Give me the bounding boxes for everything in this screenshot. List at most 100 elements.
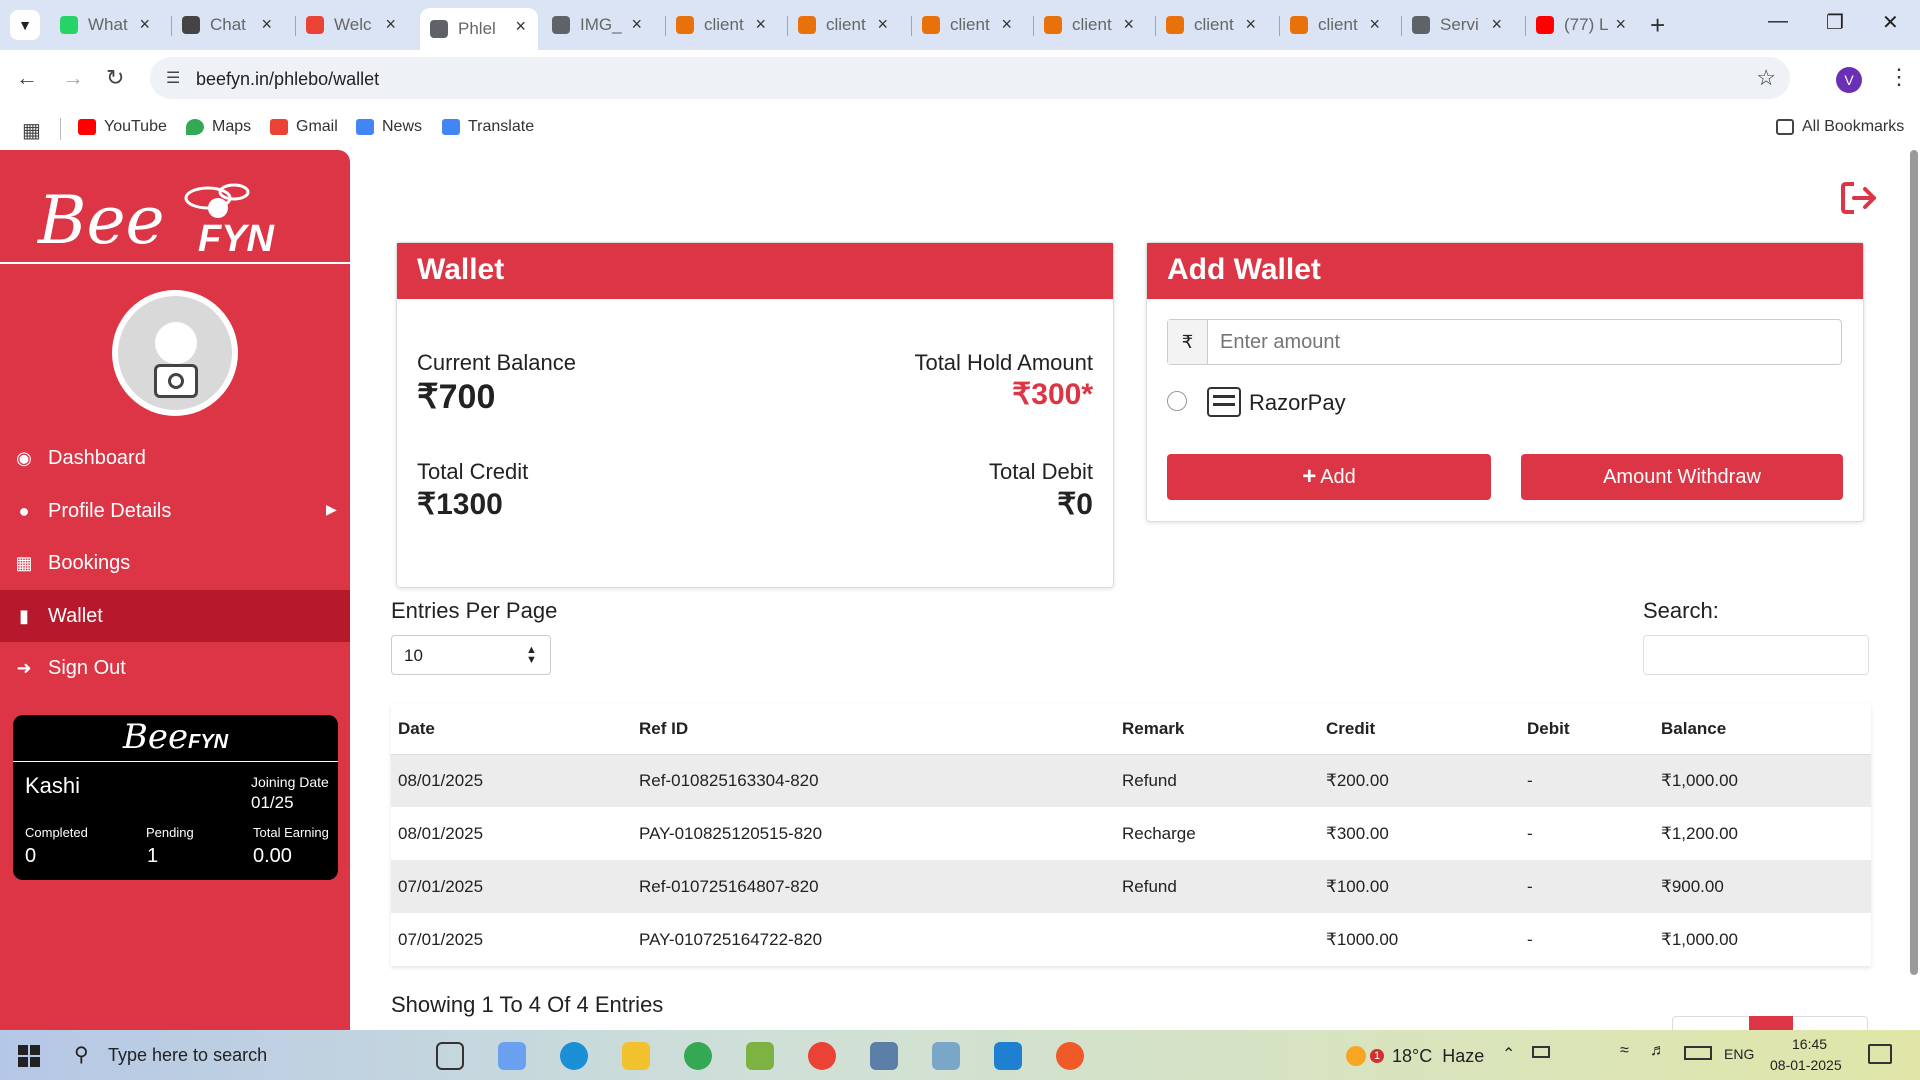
windows-start-icon[interactable] <box>18 1045 40 1067</box>
clock-time[interactable]: 16:45 <box>1792 1036 1827 1052</box>
column-header[interactable]: Ref ID <box>632 704 1115 755</box>
bookmark-translate[interactable]: Translate <box>442 118 534 136</box>
site-settings-icon[interactable]: ☰ <box>166 68 180 88</box>
add-button[interactable]: + Add <box>1167 454 1491 500</box>
entries-per-page-select[interactable]: 10 ▲ ▼ <box>391 635 551 675</box>
close-window-button[interactable]: ✕ <box>1882 10 1899 35</box>
clock-date[interactable]: 08-01-2025 <box>1770 1057 1842 1073</box>
column-header[interactable]: Balance <box>1654 704 1871 755</box>
task-view-icon[interactable] <box>436 1042 464 1070</box>
browser-tab[interactable]: client × <box>912 6 1024 44</box>
forward-icon[interactable]: → <box>62 65 84 91</box>
bookmark-star-icon[interactable]: ☆ <box>1756 65 1776 91</box>
tab-close-icon[interactable]: × <box>1491 14 1502 35</box>
back-icon[interactable]: ← <box>16 65 38 91</box>
camera-icon[interactable] <box>154 364 198 398</box>
browser-menu-icon[interactable]: ⋮ <box>1888 64 1910 90</box>
profile-avatar[interactable]: V <box>1836 67 1862 93</box>
sidebar-item-dashboard[interactable]: ◉ Dashboard <box>0 432 350 484</box>
browser-tab[interactable]: Phlel × <box>420 8 538 50</box>
table-row: 08/01/2025 PAY-010825120515-820 Recharge… <box>391 807 1871 860</box>
volume-icon[interactable]: ♬ <box>1650 1042 1666 1060</box>
sidebar-item-bookings[interactable]: ▦ Bookings <box>0 537 350 589</box>
logo-script: Bee <box>38 182 165 259</box>
column-header[interactable]: Remark <box>1115 704 1319 755</box>
address-bar[interactable]: ☰ beefyn.in/phlebo/wallet ☆ <box>150 57 1790 99</box>
language-indicator[interactable]: ENG <box>1724 1046 1754 1062</box>
browser-tab[interactable]: client × <box>666 6 778 44</box>
logout-icon[interactable] <box>1840 180 1880 216</box>
browser-tab[interactable]: IMG_ × <box>542 6 654 44</box>
browser-tab[interactable]: client × <box>1156 6 1268 44</box>
bookmark-gmail[interactable]: Gmail <box>270 118 338 136</box>
column-header[interactable]: Debit <box>1520 704 1654 755</box>
tab-close-icon[interactable]: × <box>261 14 272 35</box>
beefyn-logo[interactable]: Bee FYN <box>28 172 278 262</box>
browser-tab[interactable]: Welc × <box>296 6 408 44</box>
apps-grid-icon[interactable]: ▦ <box>22 118 41 143</box>
wifi-icon[interactable]: ≈ <box>1620 1042 1629 1060</box>
taskbar-search-box[interactable]: ⚲ Type here to search <box>62 1036 362 1074</box>
pagination-current-page[interactable] <box>1749 1016 1793 1030</box>
tab-close-icon[interactable]: × <box>877 14 888 35</box>
amount-withdraw-button[interactable]: Amount Withdraw <box>1521 454 1843 500</box>
tab-close-icon[interactable]: × <box>755 14 766 35</box>
tab-close-icon[interactable]: × <box>139 14 150 35</box>
chrome-icon[interactable] <box>684 1042 712 1070</box>
tab-close-icon[interactable]: × <box>1245 14 1256 35</box>
restore-button[interactable]: ❐ <box>1826 10 1844 35</box>
table-search-input[interactable] <box>1643 635 1869 675</box>
bookmark-news[interactable]: News <box>356 118 422 136</box>
tab-close-icon[interactable]: × <box>385 14 396 35</box>
app-icon[interactable] <box>1056 1042 1084 1070</box>
keyboard-icon[interactable] <box>1684 1046 1712 1060</box>
column-header[interactable]: Date <box>391 704 632 755</box>
tab-favicon-icon <box>1166 16 1184 34</box>
copilot-icon[interactable] <box>498 1042 526 1070</box>
weather-widget[interactable]: 1 18°C Haze <box>1346 1044 1484 1068</box>
browser-tab[interactable]: client × <box>788 6 900 44</box>
table-cell: PAY-010725164722-820 <box>639 929 823 949</box>
browser-tab[interactable]: Servi × <box>1402 6 1514 44</box>
tab-close-icon[interactable]: × <box>1123 14 1134 35</box>
browser-tab[interactable]: Chat × <box>172 6 284 44</box>
tray-chevron-icon[interactable]: ⌃ <box>1502 1044 1515 1064</box>
vscode-icon[interactable] <box>994 1042 1022 1070</box>
browser-tab[interactable]: client × <box>1034 6 1146 44</box>
app-icon[interactable] <box>746 1042 774 1070</box>
razorpay-label[interactable]: RazorPay <box>1249 390 1346 416</box>
profile-avatar-upload[interactable] <box>112 290 238 416</box>
app-icon[interactable] <box>932 1042 960 1070</box>
sidebar: Bee FYN ◉ Dashboard ● Profile Details ▶ … <box>0 150 350 1030</box>
browser-tab[interactable]: (77) L × <box>1526 6 1638 44</box>
bookmark-maps[interactable]: Maps <box>186 118 251 136</box>
file-explorer-icon[interactable] <box>622 1042 650 1070</box>
tab-close-icon[interactable]: × <box>1001 14 1012 35</box>
notification-icon[interactable] <box>1868 1044 1892 1064</box>
browser-tab[interactable]: What × <box>50 6 162 44</box>
amount-input[interactable] <box>1212 322 1832 362</box>
tab-close-icon[interactable]: × <box>515 16 526 37</box>
minimize-button[interactable]: — <box>1768 10 1788 33</box>
url-text[interactable]: beefyn.in/phlebo/wallet <box>196 69 379 90</box>
column-header[interactable]: Credit <box>1319 704 1520 755</box>
chrome-profile-icon[interactable] <box>808 1042 836 1070</box>
tab-close-icon[interactable]: × <box>1615 14 1626 35</box>
reload-icon[interactable]: ↻ <box>106 65 124 91</box>
page-scrollbar[interactable] <box>1910 150 1918 975</box>
edge-icon[interactable] <box>560 1042 588 1070</box>
tab-search-button[interactable]: ▼ <box>10 10 40 40</box>
all-bookmarks[interactable]: All Bookmarks <box>1776 118 1904 136</box>
razorpay-radio[interactable] <box>1167 391 1187 411</box>
sidebar-item-sign-out[interactable]: ➜ Sign Out <box>0 642 350 694</box>
razorpay-icon <box>1207 387 1241 417</box>
sidebar-item-profile-details[interactable]: ● Profile Details ▶ <box>0 485 350 537</box>
bookmark-youtube[interactable]: YouTube <box>78 118 167 136</box>
app-icon[interactable] <box>870 1042 898 1070</box>
tab-close-icon[interactable]: × <box>631 14 642 35</box>
browser-tab[interactable]: client × <box>1280 6 1392 44</box>
battery-icon[interactable] <box>1532 1046 1550 1058</box>
new-tab-button[interactable]: + <box>1650 10 1665 41</box>
sidebar-item-wallet[interactable]: ▮ Wallet <box>0 590 350 642</box>
tab-close-icon[interactable]: × <box>1369 14 1380 35</box>
